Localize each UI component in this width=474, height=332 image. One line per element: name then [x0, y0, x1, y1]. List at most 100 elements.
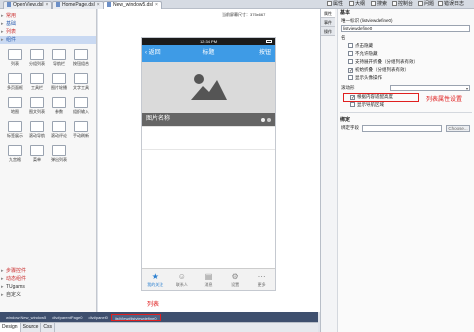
tab-source[interactable]: Source	[21, 323, 42, 332]
file-tab-openview[interactable]: OpenView.dsl ×	[3, 1, 53, 9]
tab-contacts[interactable]: ☺ 联系人	[169, 269, 196, 290]
contacts-icon: ☺	[177, 272, 186, 281]
breadcrumb-item[interactable]: window:New_window5	[3, 314, 49, 321]
nav-title: 标题	[202, 50, 215, 56]
checkbox[interactable]	[348, 43, 353, 48]
panel-tab-properties[interactable]: 属性	[327, 1, 343, 8]
tab-favorites[interactable]: ★ 我的关注	[142, 269, 169, 290]
refresh-icon	[74, 121, 88, 132]
palette-item-toolbar[interactable]: 工具栏	[26, 73, 48, 95]
status-bar: 12:34 PM	[142, 38, 275, 45]
multipage-icon	[8, 73, 22, 84]
checkbox-expand-collapse[interactable]: 支持展开折叠（分组列表有效）	[338, 58, 474, 66]
property-annotation: 列表属性设置	[426, 97, 463, 103]
vtab-properties[interactable]: 属性	[321, 9, 335, 18]
gear-icon: ⚙	[231, 272, 239, 281]
checkbox-show-avatar[interactable]: 显示头像操作	[338, 74, 474, 82]
breadcrumb-item[interactable]: div#parentPage0	[49, 314, 85, 321]
palette-item-popup-list[interactable]: 弹出列表	[48, 145, 70, 167]
palette-item-params[interactable]: 参数	[48, 97, 70, 119]
palette-category-list[interactable]: 列表	[0, 28, 96, 36]
checkbox[interactable]	[350, 102, 355, 107]
tab-more[interactable]: ⋯ 更多	[248, 269, 275, 290]
tab-bar: ★ 我的关注 ☺ 联系人 ▤ 消息 ⚙ 设置 ⋯ 更多	[142, 268, 275, 290]
palette-category-tugams[interactable]: TUgams	[0, 283, 97, 291]
checkbox[interactable]	[348, 75, 353, 80]
error-log-icon	[438, 1, 443, 6]
palette-item-scroll-comment[interactable]: 滚动评论	[48, 121, 70, 143]
palette-item-org-input[interactable]: 组织输入	[70, 97, 92, 119]
close-icon[interactable]: ×	[97, 2, 100, 8]
palette-bottom-categories: 步骤控件 动态组件 TUgams 自定义	[0, 267, 97, 299]
checkbox-checked[interactable]: ✓	[348, 68, 353, 74]
id-label: 唯一标识 (listviewdefine0)	[341, 18, 393, 23]
comment-icon	[52, 121, 66, 132]
checkbox-initial-collapse[interactable]: ✓ 初始折叠（分组列表有效）	[338, 66, 474, 74]
palette-item-text-tool[interactable]: 文字工具	[70, 73, 92, 95]
problems-icon	[418, 1, 423, 6]
checkbox[interactable]	[348, 59, 353, 64]
image-carousel[interactable]: 图片名称	[142, 62, 275, 126]
palette-item-manual-refresh[interactable]: 手动刷新	[70, 121, 92, 143]
palette-category-common[interactable]: 常用	[0, 12, 96, 20]
checkbox-no-hide[interactable]: 不允许隐藏	[338, 50, 474, 58]
editor-mode-tabs: Design Source Css	[0, 322, 318, 332]
tab-design[interactable]: Design	[0, 323, 21, 332]
breadcrumb-item[interactable]: div#panel0	[86, 314, 111, 321]
tab-messages[interactable]: ▤ 消息	[195, 269, 222, 290]
panel-tab-problems[interactable]: 问题	[418, 1, 434, 8]
image-caption-bar: 图片名称	[142, 113, 275, 126]
choose-button[interactable]: Choose...	[446, 125, 470, 132]
panel-tab-outline[interactable]: 大纲	[349, 1, 365, 8]
palette-item-multipage[interactable]: 多页面框	[4, 73, 26, 95]
carousel-dot[interactable]	[261, 118, 265, 122]
palette-item-tag-display[interactable]: 标签展示	[4, 121, 26, 143]
status-time: 12:34 PM	[199, 39, 218, 44]
file-tab-new-window5[interactable]: New_window5.dsl ×	[103, 1, 162, 9]
star-icon: ★	[151, 272, 159, 281]
palette-category-components[interactable]: 组件	[0, 36, 96, 44]
id-input[interactable]: listviewdefine0	[341, 25, 470, 32]
breadcrumb-item-selected[interactable]: listView#listviewdefine0	[110, 313, 161, 321]
palette-category-dynamic[interactable]: 动态组件	[0, 275, 97, 283]
tab-settings[interactable]: ⚙ 设置	[222, 269, 249, 290]
palette-item-carousel[interactable]: 图片轮播	[48, 73, 70, 95]
nav-right-button[interactable]: 按钮	[259, 45, 271, 62]
close-icon[interactable]: ×	[45, 2, 48, 8]
phone-preview[interactable]: 12:34 PM ‹ 返回 标题 按钮 图片名称 ★ 我的关注 ☺ 联系人 ▤ 消息 …	[141, 37, 276, 291]
checkbox-click-hide[interactable]: 点击隐藏	[338, 42, 474, 50]
palette-item-navbar[interactable]: 导航栏	[48, 49, 70, 71]
map-icon	[8, 97, 22, 108]
palette-item-menu[interactable]: 菜单	[26, 145, 48, 167]
palette-item-image-list[interactable]: 图文列表	[26, 97, 48, 119]
close-icon[interactable]: ×	[155, 2, 158, 8]
palette-category-basic[interactable]: 基础	[0, 20, 96, 28]
tag-icon	[8, 121, 22, 132]
carousel-icon	[52, 73, 66, 84]
component-palette: 常用 基础 列表 组件 列表 分组列表 导航栏 按钮组合 多页面框 工具栏 图片…	[0, 9, 97, 322]
vtab-operations[interactable]: 操作	[321, 27, 335, 36]
palette-item-map[interactable]: 地图	[4, 97, 26, 119]
palette-item-scroll-nav[interactable]: 滚动导航	[26, 121, 48, 143]
tab-css[interactable]: Css	[41, 323, 56, 332]
palette-item-nine-grid[interactable]: 九宫格	[4, 145, 26, 167]
nav-bar[interactable]: ‹ 返回 标题 按钮	[142, 45, 275, 62]
panel-tab-search[interactable]: 搜索	[371, 1, 387, 8]
panel-tab-error-log[interactable]: 错误日志	[438, 1, 464, 8]
carousel-dot[interactable]	[267, 118, 271, 122]
list-view[interactable]	[142, 126, 275, 268]
bind-field-input[interactable]	[362, 125, 442, 132]
console-icon	[392, 1, 397, 6]
palette-item-group-list[interactable]: 分组列表	[26, 49, 48, 71]
palette-category-custom[interactable]: 自定义	[0, 291, 97, 299]
palette-item-list[interactable]: 列表	[4, 49, 26, 71]
panel-tab-console[interactable]: 控制台	[392, 1, 413, 8]
file-tab-homepage[interactable]: HomePage.dsl ×	[52, 1, 104, 9]
data-source-select[interactable]: ▾	[390, 85, 470, 91]
bind-field-label: 绑定字段	[341, 125, 359, 130]
palette-item-button-group[interactable]: 按钮组合	[70, 49, 92, 71]
editor-tab-bar: OpenView.dsl × HomePage.dsl × New_window5.…	[0, 0, 474, 9]
checkbox[interactable]	[348, 51, 353, 56]
vtab-events[interactable]: 事件	[321, 18, 335, 27]
palette-category-steps[interactable]: 步骤控件	[0, 267, 97, 275]
